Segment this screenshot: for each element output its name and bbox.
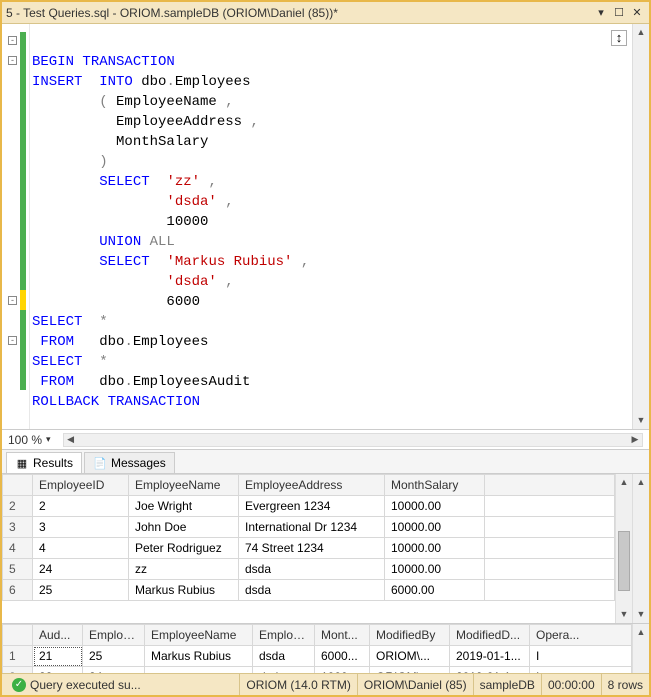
- grid1-vertical-scrollbar[interactable]: ▲ ▼: [615, 474, 632, 623]
- table-row[interactable]: 1 21 25Markus Rubius dsda6000... ORIOM\.…: [3, 646, 632, 667]
- scroll-left-icon[interactable]: ◀: [64, 434, 78, 445]
- table-row[interactable]: 4 4Peter Rodriguez 74 Street 123410000.0…: [3, 538, 615, 559]
- col-header[interactable]: EmployeeName: [129, 475, 239, 496]
- zoom-dropdown-icon[interactable]: ▾: [46, 434, 51, 445]
- table-row[interactable]: 5 24zz dsda10000.00: [3, 559, 615, 580]
- scroll-down-icon[interactable]: ▼: [633, 606, 649, 623]
- scroll-down-icon[interactable]: ▼: [633, 412, 649, 429]
- zoom-bar: 100 % ▾ ◀ ▶: [2, 430, 649, 450]
- rownum-header[interactable]: [3, 625, 33, 646]
- status-server: ORIOM (14.0 RTM): [239, 674, 356, 695]
- editor-gutter: - - - -: [2, 24, 30, 429]
- editor-horizontal-scrollbar[interactable]: ◀ ▶: [63, 433, 643, 447]
- col-header[interactable]: ModifiedD...: [450, 625, 530, 646]
- fold-icon[interactable]: -: [8, 336, 17, 345]
- messages-icon: 📄: [93, 456, 107, 470]
- scroll-up-icon[interactable]: ▲: [616, 474, 632, 491]
- tab-results[interactable]: ▦ Results: [6, 452, 82, 473]
- col-header[interactable]: EmployeeID: [33, 475, 129, 496]
- scroll-up-icon[interactable]: ▲: [633, 24, 649, 41]
- results-grid-1[interactable]: EmployeeID EmployeeName EmployeeAddress …: [2, 474, 615, 601]
- editor-content[interactable]: BEGIN TRANSACTION INSERT INTO dbo.Employ…: [32, 32, 631, 429]
- table-row[interactable]: 3 3John Doe International Dr 123410000.0…: [3, 517, 615, 538]
- results-area: EmployeeID EmployeeName EmployeeAddress …: [2, 474, 649, 673]
- rownum-header[interactable]: [3, 475, 33, 496]
- col-header[interactable]: Employ...: [253, 625, 315, 646]
- results-grid-icon: ▦: [15, 456, 29, 470]
- col-header[interactable]: Employ...: [83, 625, 145, 646]
- table-row[interactable]: 6 25Markus Rubius dsda6000.00: [3, 580, 615, 601]
- success-icon: ✓: [12, 678, 26, 692]
- col-header[interactable]: Mont...: [315, 625, 370, 646]
- col-header[interactable]: EmployeeAddress: [239, 475, 385, 496]
- fold-icon[interactable]: -: [8, 36, 17, 45]
- results-grid-1-wrap: EmployeeID EmployeeName EmployeeAddress …: [2, 474, 649, 624]
- selected-cell: 21: [33, 646, 83, 667]
- table-header-row: EmployeeID EmployeeName EmployeeAddress …: [3, 475, 615, 496]
- status-db: sampleDB: [473, 674, 541, 695]
- titlebar: 5 - Test Queries.sql - ORIOM.sampleDB (O…: [2, 2, 649, 24]
- maximize-button[interactable]: ☐: [611, 6, 627, 20]
- sql-editor[interactable]: - - - - ↕ BEGIN TRANSACTION INSERT INTO …: [2, 24, 649, 430]
- table-row[interactable]: 2 2Joe Wright Evergreen 123410000.00: [3, 496, 615, 517]
- table-header-row: Aud... Employ... EmployeeName Employ... …: [3, 625, 632, 646]
- status-time: 00:00:00: [541, 674, 601, 695]
- col-header[interactable]: Opera...: [530, 625, 632, 646]
- fold-icon[interactable]: -: [8, 56, 17, 65]
- col-header[interactable]: Aud...: [33, 625, 83, 646]
- window-title: 5 - Test Queries.sql - ORIOM.sampleDB (O…: [6, 6, 591, 20]
- col-header[interactable]: MonthSalary: [385, 475, 485, 496]
- col-header-blank: [485, 475, 615, 496]
- zoom-level[interactable]: 100 %: [8, 433, 42, 447]
- results-grid-2[interactable]: Aud... Employ... EmployeeName Employ... …: [2, 624, 632, 673]
- scroll-up-icon[interactable]: ▲: [633, 474, 649, 491]
- col-header[interactable]: EmployeeName: [145, 625, 253, 646]
- scroll-down-icon[interactable]: ▼: [616, 606, 632, 623]
- results-tabbar: ▦ Results 📄 Messages: [2, 450, 649, 474]
- splitter-vertical-scrollbar[interactable]: ▲ ▼: [632, 474, 649, 623]
- status-message: Query executed su...: [30, 678, 141, 692]
- col-header[interactable]: ModifiedBy: [370, 625, 450, 646]
- scroll-right-icon[interactable]: ▶: [628, 434, 642, 445]
- status-rows: 8 rows: [601, 674, 649, 695]
- tab-messages[interactable]: 📄 Messages: [84, 452, 175, 473]
- grid2-vertical-scrollbar[interactable]: ▲ ▼: [632, 624, 649, 673]
- dropdown-button[interactable]: ▾: [593, 6, 609, 20]
- editor-vertical-scrollbar[interactable]: ▲ ▼: [632, 24, 649, 429]
- close-button[interactable]: ✕: [629, 6, 645, 20]
- status-user: ORIOM\Daniel (85): [357, 674, 473, 695]
- fold-icon[interactable]: -: [8, 296, 17, 305]
- scroll-up-icon[interactable]: ▲: [633, 624, 649, 641]
- results-grid-2-wrap: Aud... Employ... EmployeeName Employ... …: [2, 624, 649, 673]
- statusbar: ✓ Query executed su... ORIOM (14.0 RTM) …: [2, 673, 649, 695]
